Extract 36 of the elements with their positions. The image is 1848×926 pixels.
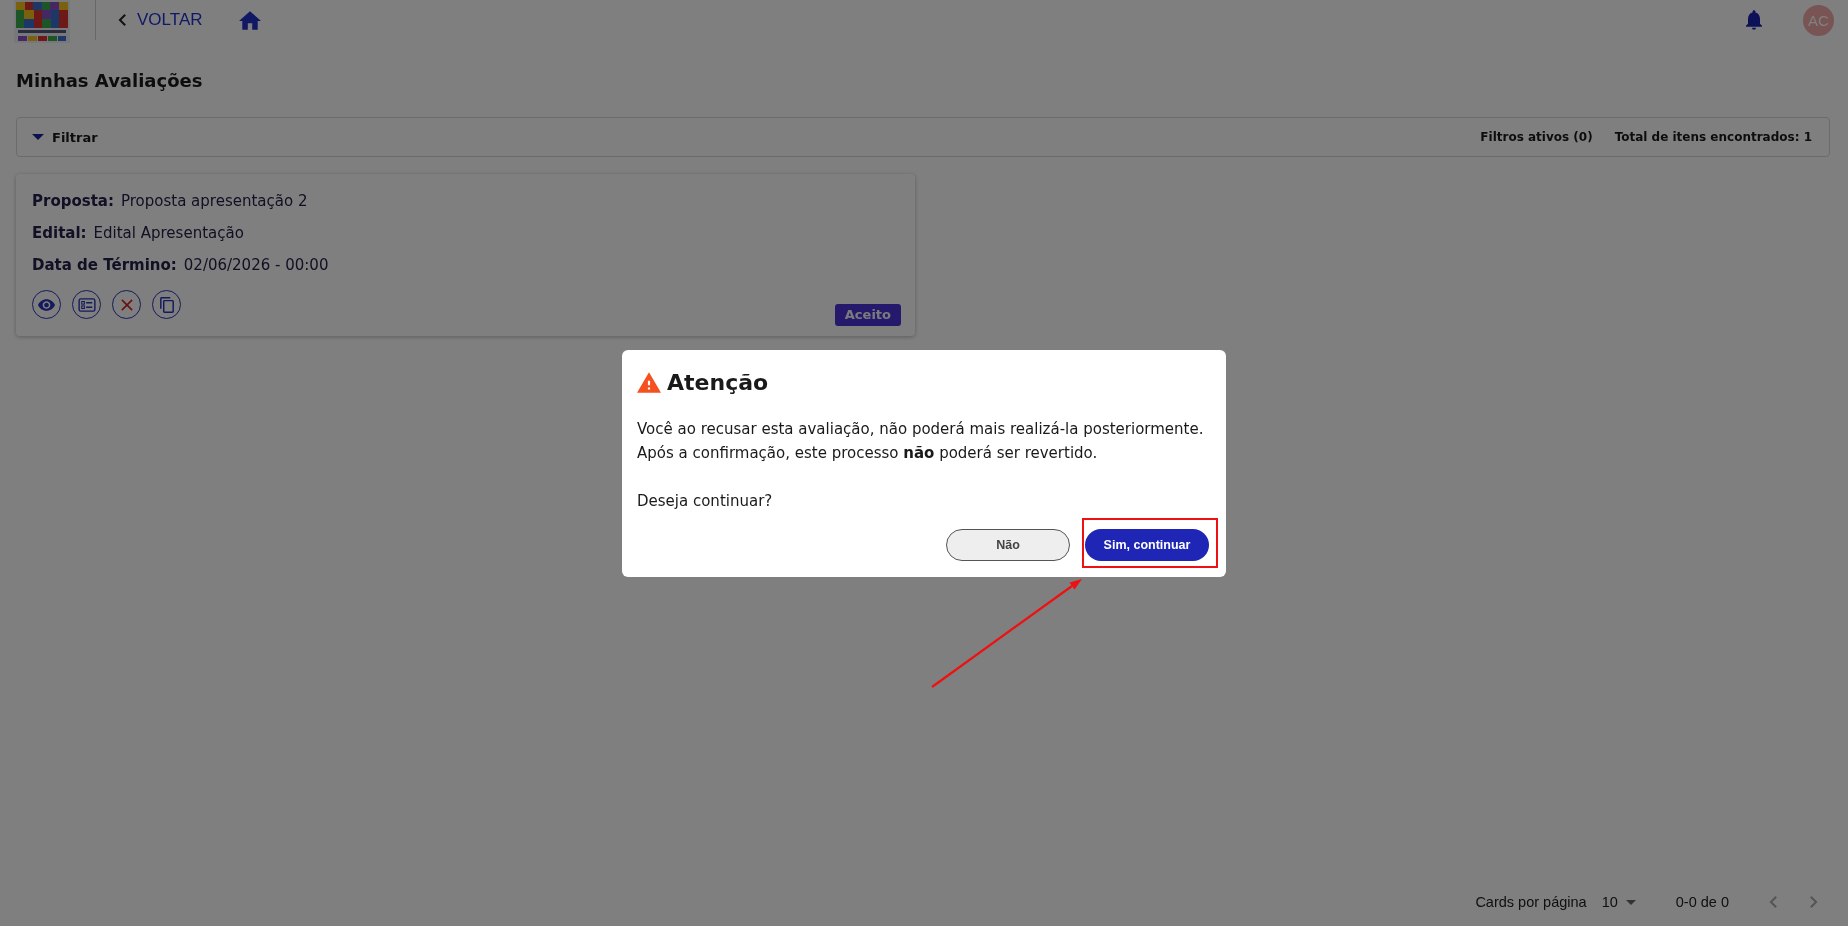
- page-range: 0-0 de 0: [1675, 894, 1729, 910]
- dialog-title: Atenção: [667, 368, 769, 397]
- active-filters-count: Filtros ativos (0): [1480, 130, 1593, 144]
- eye-icon: [38, 298, 55, 311]
- chevron-right-icon: [1810, 896, 1818, 908]
- confirm-button[interactable]: Sim, continuar: [1085, 528, 1209, 561]
- field-value: Edital Apresentação: [93, 223, 244, 244]
- dialog-message: Após a confirmação, este processo não poderá ser revertido.: [637, 442, 1099, 464]
- status-badge: Aceito: [834, 304, 901, 326]
- field-value: 02/06/2026 - 00:00: [183, 255, 329, 276]
- chevron-left-icon: [1769, 896, 1777, 908]
- field-label: Proposta:: [32, 191, 114, 212]
- caret-down-icon: [32, 134, 44, 140]
- notifications-button[interactable]: [1746, 10, 1762, 30]
- per-page-label: Cards por página: [1475, 894, 1587, 910]
- page-title: Minhas Avaliações: [16, 69, 204, 93]
- field-label: Edital:: [32, 223, 87, 244]
- caret-down-icon: [1625, 899, 1636, 905]
- dialog-question: Deseja continuar?: [637, 490, 774, 512]
- x-mark-icon: [120, 298, 133, 311]
- cancel-button[interactable]: Não: [946, 528, 1070, 561]
- home-icon: [238, 10, 261, 30]
- total-items-count: Total de itens encontrados: 1: [1614, 130, 1812, 144]
- home-button[interactable]: [238, 10, 261, 30]
- per-page-select[interactable]: 10: [1601, 894, 1636, 910]
- copy-icon: [159, 296, 174, 313]
- dialog-message: Você ao recusar esta avaliação, não poderá mais realizá-la posteriormente.: [637, 418, 1205, 440]
- chevron-left-icon: [118, 14, 126, 26]
- bell-icon: [1746, 10, 1762, 30]
- filter-toggle[interactable]: Filtrar: [32, 129, 98, 145]
- field-value: Proposta apresentação 2: [120, 191, 308, 212]
- checklist-icon: [77, 297, 96, 312]
- back-button[interactable]: VOLTAR: [118, 10, 203, 30]
- field-label: Data de Término:: [32, 255, 177, 276]
- logo: [14, 0, 70, 43]
- warning-icon: [637, 372, 661, 393]
